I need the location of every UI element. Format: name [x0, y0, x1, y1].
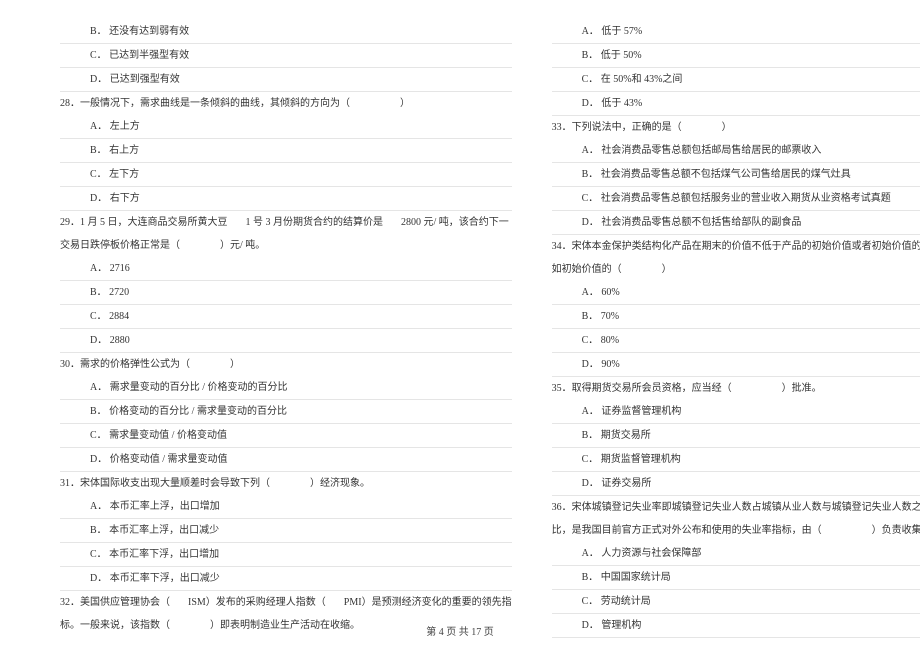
text: ）负责收集数据。 [872, 525, 920, 536]
question-28-stem: 28．一般情况下，需求曲线是一条倾斜的曲线，其倾斜的方向为（ ） [60, 92, 512, 115]
text: 33．下列说法中，正确的是（ [552, 122, 682, 133]
page-number: 第 4 页 共 17 页 [426, 627, 494, 638]
option-line: B． 70% [552, 305, 920, 329]
option-line: D． 低于 43% [552, 92, 920, 116]
option-line: D． 2880 [60, 329, 512, 353]
question-33-stem: 33．下列说法中，正确的是（ ） [552, 116, 920, 139]
option-line: C． 80% [552, 329, 920, 353]
option-line: D． 已达到强型有效 [60, 68, 512, 92]
option-line: B． 中国国家统计局 [552, 566, 920, 590]
text: 1 号 3 月份期货合约的结算价是 [246, 217, 384, 228]
option-line: A． 2716 [60, 257, 512, 281]
right-column: A． 低于 57% B． 低于 50% C． 在 50%和 43%之间 D． 低… [552, 20, 920, 638]
option-line: A． 低于 57% [552, 20, 920, 44]
text: 比，是我国目前官方正式对外公布和使用的失业率指标，由（ [552, 525, 822, 536]
option-line: B． 本币汇率上浮，出口减少 [60, 519, 512, 543]
option-line: C． 劳动统计局 [552, 590, 920, 614]
option-line: B． 还没有达到弱有效 [60, 20, 512, 44]
text: ）元/ 吨。 [220, 240, 265, 251]
option-line: B． 2720 [60, 281, 512, 305]
page: B． 还没有达到弱有效 C． 已达到半强型有效 D． 已达到强型有效 28．一般… [0, 0, 920, 650]
text: 32．美国供应管理协会（ [60, 597, 170, 608]
text: 29．1 月 5 日，大连商品交易所黄大豆 [60, 217, 228, 228]
option-line: D． 本币汇率下浮，出口减少 [60, 567, 512, 591]
option-line: C． 本币汇率下浮，出口增加 [60, 543, 512, 567]
option-line: C． 社会消费品零售总额包括服务业的营业收入期货从业资格考试真题 [552, 187, 920, 211]
text: ） [230, 359, 240, 370]
question-36-stem-line2: 比，是我国目前官方正式对外公布和使用的失业率指标，由（ ）负责收集数据。 [552, 519, 920, 542]
text: ）经济现象。 [310, 478, 370, 489]
text: 交易日跌停板价格正常是（ [60, 240, 180, 251]
option-line: D． 价格变动值 / 需求量变动值 [60, 448, 512, 472]
option-line: C． 需求量变动值 / 价格变动值 [60, 424, 512, 448]
option-line: D． 90% [552, 353, 920, 377]
text: 2800 元/ 吨，该合约下一 [401, 217, 509, 228]
option-line: B． 右上方 [60, 139, 512, 163]
option-line: A． 证券监督管理机构 [552, 400, 920, 424]
text: 28．一般情况下，需求曲线是一条倾斜的曲线，其倾斜的方向为（ [60, 98, 350, 109]
text: ） [400, 98, 410, 109]
text: ） [662, 264, 672, 275]
text: ）批准。 [782, 383, 822, 394]
question-31-stem: 31．宋体国际收支出现大量顺差时会导致下列（ ）经济现象。 [60, 472, 512, 495]
text: 35．取得期货交易所会员资格，应当经（ [552, 383, 732, 394]
text: 30．需求的价格弹性公式为（ [60, 359, 190, 370]
page-footer: 第 4 页 共 17 页 [0, 623, 920, 638]
left-column: B． 还没有达到弱有效 C． 已达到半强型有效 D． 已达到强型有效 28．一般… [60, 20, 512, 638]
option-line: C． 左下方 [60, 163, 512, 187]
text: 31．宋体国际收支出现大量顺差时会导致下列（ [60, 478, 270, 489]
option-line: D． 右下方 [60, 187, 512, 211]
option-line: B． 社会消费品零售总额不包括煤气公司售给居民的煤气灶具 [552, 163, 920, 187]
two-column-layout: B． 还没有达到弱有效 C． 已达到半强型有效 D． 已达到强型有效 28．一般… [60, 20, 860, 638]
text: 如初始价值的（ [552, 264, 622, 275]
option-line: B． 低于 50% [552, 44, 920, 68]
question-29-stem-line1: 29．1 月 5 日，大连商品交易所黄大豆 1 号 3 月份期货合约的结算价是 28… [60, 211, 512, 234]
option-line: A． 人力资源与社会保障部 [552, 542, 920, 566]
question-32-stem-line1: 32．美国供应管理协会（ ISM）发布的采购经理人指数（ PMI）是预测经济变化的重… [60, 591, 512, 614]
option-line: A． 60% [552, 281, 920, 305]
option-line: A． 左上方 [60, 115, 512, 139]
question-29-stem-line2: 交易日跌停板价格正常是（ ）元/ 吨。 [60, 234, 512, 257]
text: ） [722, 122, 732, 133]
question-34-stem-line2: 如初始价值的（ ） [552, 258, 920, 281]
option-line: D． 证券交易所 [552, 472, 920, 496]
question-30-stem: 30．需求的价格弹性公式为（ ） [60, 353, 512, 376]
option-line: C． 2884 [60, 305, 512, 329]
option-line: C． 期货监督管理机构 [552, 448, 920, 472]
question-34-stem-line1: 34．宋体本金保护类结构化产品在期末的价值不低于产品的初始价值或者初始价值的某个… [552, 235, 920, 258]
option-line: B． 价格变动的百分比 / 需求量变动的百分比 [60, 400, 512, 424]
text: PMI）是预测经济变化的重要的领先指 [344, 597, 512, 608]
option-line: D． 社会消费品零售总额不包括售给部队的副食品 [552, 211, 920, 235]
option-line: A． 社会消费品零售总额包括邮局售给居民的邮票收入 [552, 139, 920, 163]
option-line: C． 已达到半强型有效 [60, 44, 512, 68]
option-line: B． 期货交易所 [552, 424, 920, 448]
question-36-stem-line1: 36．宋体城镇登记失业率即城镇登记失业人数占城镇从业人数与城镇登记失业人数之和的… [552, 496, 920, 519]
option-line: A． 需求量变动的百分比 / 价格变动的百分比 [60, 376, 512, 400]
option-line: A． 本币汇率上浮，出口增加 [60, 495, 512, 519]
question-35-stem: 35．取得期货交易所会员资格，应当经（ ）批准。 [552, 377, 920, 400]
text: ISM）发布的采购经理人指数（ [188, 597, 326, 608]
option-line: C． 在 50%和 43%之间 [552, 68, 920, 92]
